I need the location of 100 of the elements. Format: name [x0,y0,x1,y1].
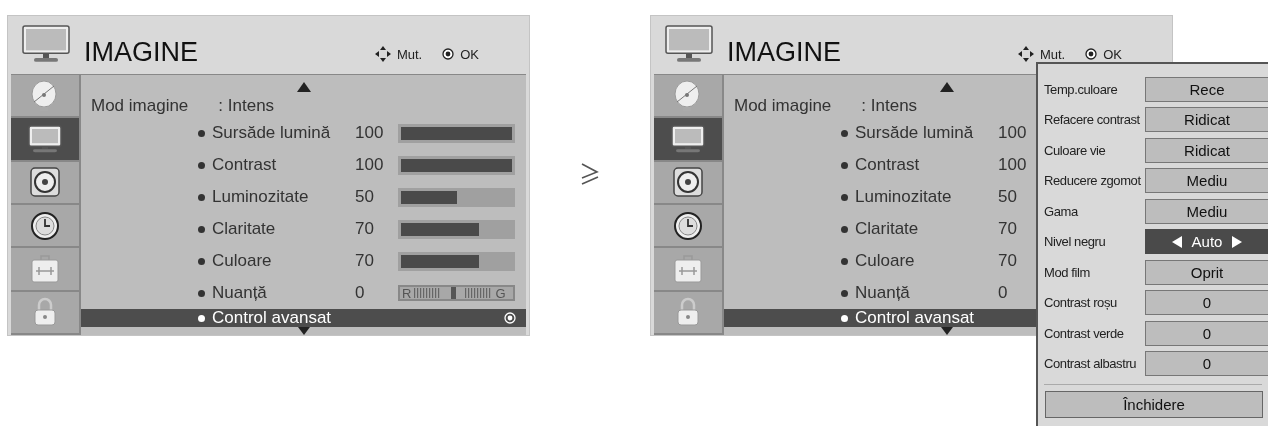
scroll-up-icon [938,81,955,93]
setting-value: : Intens [218,96,275,116]
option-label: Contrast verde [1044,325,1125,341]
option-label: Contrast albastru [1044,356,1138,372]
slider-end-label: G [495,285,506,301]
scroll-up-icon [295,81,312,93]
bullet-icon [198,225,205,233]
setting-value: 50 [355,187,375,207]
option-label: Gama [1044,203,1079,219]
option-value[interactable]: Oprit [1145,259,1268,285]
bullet-icon [198,193,205,201]
ok-button-icon [1085,48,1098,60]
setting-value: 70 [998,251,1018,271]
setting-value: 70 [355,251,375,271]
category-tab[interactable] [11,118,79,162]
bullet-icon [198,289,205,297]
speaker-icon [30,167,60,198]
option-value[interactable]: Rece [1145,76,1268,102]
category-tab[interactable] [654,118,722,162]
speaker-icon [673,167,703,198]
close-button[interactable]: Închidere [1045,391,1263,418]
setting-value: 50 [998,187,1018,207]
clock-icon [673,210,703,241]
chevron-icon [581,163,599,185]
option-value[interactable]: Ridicat [1145,137,1268,163]
hint-label: OK [1103,46,1122,62]
option-label: Nivel negru [1044,234,1107,250]
setting-label: Luminozitate [212,187,310,207]
hint-label: OK [460,46,479,62]
menu-item-label: Control avansat [212,308,333,328]
menu-title: IMAGINE [727,39,842,66]
option-label: Contrast roșu [1044,295,1118,311]
category-tab[interactable] [11,75,79,119]
option-label: Mod film [1044,264,1091,280]
option-label: Culoare vie [1044,142,1107,158]
bullet-icon [198,161,205,169]
setting-label: Contrast [212,155,278,175]
setting-value: : Intens [861,96,918,116]
monitor-icon [28,125,62,153]
level-bar[interactable] [398,251,515,271]
option-value[interactable]: 0 [1145,290,1268,316]
option-value[interactable]: 0 [1145,320,1268,346]
bullet-icon [841,314,848,322]
category-tab[interactable] [654,161,722,205]
move-arrows-icon [374,46,391,62]
option-value[interactable]: 0 [1145,351,1268,377]
setting-value: 100 [998,155,1028,175]
setting-label: Culoare [212,251,273,271]
monitor-icon [671,125,705,153]
setting-label: Claritate [212,219,277,239]
slider-thumb[interactable] [451,287,457,299]
menu-item[interactable]: Control avansat [81,309,526,327]
setting-value: 70 [355,219,375,239]
option-value[interactable]: Mediu [1145,198,1268,224]
setting-label: Sursăde lumină [212,123,332,143]
menu-title: IMAGINE [84,39,199,66]
setting-value: 70 [998,219,1018,239]
setting-label: Culoare [855,251,916,271]
option-label: Reducere zgomot [1044,173,1142,189]
category-tab[interactable] [654,75,722,119]
setting-label: Nuanță [855,283,911,303]
setting-value: 0 [355,283,366,303]
bullet-icon [841,257,848,265]
level-bar[interactable] [398,219,515,239]
padlock-icon [675,297,701,328]
bullet-icon [198,129,205,137]
bullet-icon [841,225,848,233]
bullet-icon [841,129,848,137]
setting-label: Mod imagine [91,96,189,116]
bullet-icon [841,289,848,297]
option-label: Refacere contrast [1044,112,1141,128]
hint-label: Mut. [1039,46,1066,62]
padlock-icon [32,297,58,328]
setting-value: 100 [998,123,1028,143]
bullet-icon [198,314,205,322]
menu-item-label: Control avansat [855,308,976,328]
category-tab[interactable] [654,205,722,249]
category-tab[interactable] [11,205,79,249]
setting-value: 100 [355,123,385,143]
bullet-icon [841,161,848,169]
clock-icon [30,210,60,241]
ok-button-icon [442,48,455,60]
hint-label: Mut. [396,46,423,62]
option-value[interactable]: Auto [1145,229,1268,255]
setting-label: Luminozitate [855,187,953,207]
option-label: Temp.culoare [1044,81,1119,97]
option-value[interactable]: Mediu [1145,168,1268,194]
category-tab[interactable] [11,161,79,205]
level-bar[interactable] [398,187,515,207]
monitor-icon [22,25,70,63]
arrow-right-icon [1232,235,1243,248]
slider-end-label: R [402,285,412,301]
setting-label: Sursăde lumină [855,123,975,143]
move-arrows-icon [1017,46,1034,62]
option-value[interactable]: Ridicat [1145,107,1268,133]
setting-value: 100 [355,155,385,175]
toolbox-icon [673,253,703,284]
setting-label: Nuanță [212,283,268,303]
setting-label: Contrast [855,155,921,175]
toolbox-icon [30,253,60,284]
